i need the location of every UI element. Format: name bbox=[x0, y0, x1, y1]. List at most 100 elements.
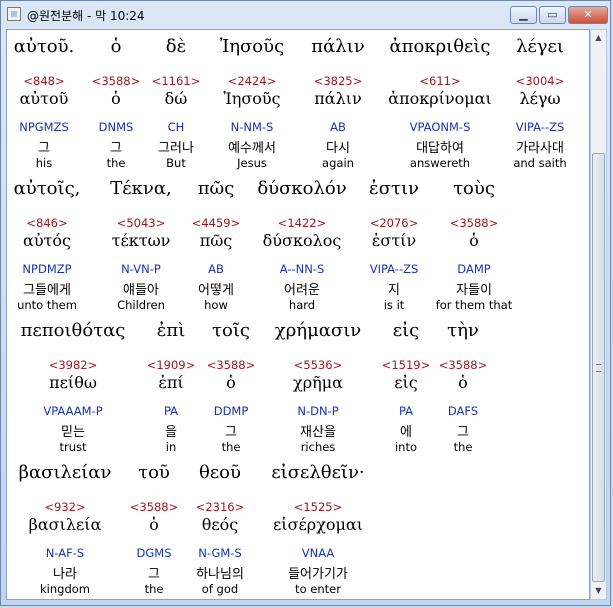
korean-gloss: 어려운 bbox=[284, 283, 320, 298]
korean-gloss: 어떻게 bbox=[198, 283, 234, 298]
strong-number: <2316> bbox=[195, 500, 245, 514]
english-gloss: to enter bbox=[295, 582, 341, 596]
morphology-code: N-DN-P bbox=[297, 404, 339, 418]
scrollbar-thumb[interactable] bbox=[592, 153, 605, 582]
morphology-code: VIPA--ZS bbox=[515, 120, 565, 134]
morphology-code: A--NN-S bbox=[279, 262, 325, 276]
lemma: ἐστίν bbox=[371, 231, 417, 250]
english-gloss: the bbox=[144, 582, 164, 596]
verse-line-3: πεποιθότας <3982> πείθω VPAAAM-P 믿는 trus… bbox=[7, 320, 589, 460]
english-gloss: answereth bbox=[409, 156, 471, 170]
window-title: @원전분해 - 막 10:24 bbox=[27, 9, 145, 23]
korean-gloss: 그들에게 bbox=[23, 283, 71, 298]
english-gloss: hard bbox=[288, 298, 316, 312]
lemma: λέγω bbox=[519, 89, 561, 108]
morphology-code: PA bbox=[398, 404, 414, 418]
korean-gloss: 나라 bbox=[53, 567, 77, 582]
lemma: αὐτός bbox=[23, 231, 71, 250]
title-bar[interactable]: @원전분해 - 막 10:24 ▁ ▭ ✕ bbox=[1, 1, 610, 29]
english-gloss: is it bbox=[383, 298, 405, 312]
greek-word: πῶς bbox=[197, 178, 235, 199]
strong-number: <3982> bbox=[48, 358, 98, 372]
english-gloss: his bbox=[35, 156, 53, 170]
lemma: πῶς bbox=[199, 231, 233, 250]
strong-number: <3588> bbox=[91, 74, 141, 88]
greek-word: Τέκνα, bbox=[110, 178, 172, 199]
korean-gloss: 그 bbox=[225, 425, 237, 440]
greek-word: δὲ bbox=[165, 36, 187, 57]
lemma: τέκτων bbox=[111, 231, 171, 250]
morphology-code: VNAA bbox=[301, 546, 335, 560]
greek-word: ἀποκριθεὶς bbox=[389, 36, 491, 57]
lemma: ἀποκρίνομαι bbox=[388, 89, 492, 108]
maximize-button[interactable]: ▭ bbox=[539, 6, 566, 24]
app-icon[interactable] bbox=[7, 7, 21, 21]
morphology-code: PA bbox=[163, 404, 179, 418]
lemma: δώ bbox=[164, 89, 188, 108]
english-gloss: for them that bbox=[435, 298, 513, 312]
korean-gloss: 을 bbox=[165, 425, 177, 440]
close-button[interactable]: ✕ bbox=[568, 6, 608, 24]
greek-word: Ἰησοῦς bbox=[219, 36, 285, 57]
morphology-code: N-VN-P bbox=[121, 262, 161, 276]
strong-number: <3588> bbox=[129, 500, 179, 514]
korean-gloss: 재산을 bbox=[300, 425, 336, 440]
strong-number: <846> bbox=[26, 216, 68, 230]
morphology-code: VIPA--ZS bbox=[369, 262, 419, 276]
korean-gloss: 지 bbox=[388, 283, 400, 298]
lemma: ὁ bbox=[149, 515, 159, 534]
strong-number: <1519> bbox=[381, 358, 431, 372]
lemma: ἐπί bbox=[158, 373, 184, 392]
scroll-down-arrow-icon[interactable]: ▼ bbox=[591, 583, 606, 599]
greek-word: εἰς bbox=[392, 320, 420, 341]
strong-number: <5043> bbox=[116, 216, 166, 230]
strong-number: <932> bbox=[44, 500, 86, 514]
korean-gloss: 하나님의 bbox=[196, 567, 244, 582]
greek-word: ἐπὶ bbox=[156, 320, 186, 341]
scroll-up-arrow-icon[interactable]: ▲ bbox=[591, 30, 606, 46]
korean-gloss: 가라사대 bbox=[516, 141, 564, 156]
vertical-scrollbar[interactable]: ▲ ▼ bbox=[590, 29, 607, 600]
lemma: βασιλεία bbox=[28, 515, 102, 534]
app-window: @원전분해 - 막 10:24 ▁ ▭ ✕ αὐτοῦ. <848> αὐτοῦ… bbox=[0, 0, 611, 606]
korean-gloss: 그 bbox=[38, 141, 50, 156]
morphology-code: DDMP bbox=[213, 404, 249, 418]
morphology-code: N-AF-S bbox=[45, 546, 85, 560]
morphology-code: AB bbox=[330, 120, 346, 134]
lemma: δύσκολος bbox=[262, 231, 342, 250]
english-gloss: into bbox=[394, 440, 418, 454]
korean-gloss: 대답하여 bbox=[416, 141, 464, 156]
korean-gloss: 에 bbox=[400, 425, 412, 440]
english-gloss: in bbox=[165, 440, 177, 454]
english-gloss: riches bbox=[300, 440, 336, 454]
minimize-button[interactable]: ▁ bbox=[510, 6, 537, 24]
morphology-code: CH bbox=[167, 120, 185, 134]
lemma: χρῆμα bbox=[293, 373, 343, 392]
greek-word: ὁ bbox=[110, 36, 122, 57]
greek-word: θεοῦ bbox=[199, 462, 241, 483]
morphology-code: N-NM-S bbox=[230, 120, 274, 134]
lemma: ὁ bbox=[458, 373, 468, 392]
lemma: πάλιν bbox=[314, 89, 362, 108]
greek-word: αὐτοῖς, bbox=[13, 178, 81, 199]
strong-number: <3588> bbox=[449, 216, 499, 230]
lemma: ὁ bbox=[469, 231, 479, 250]
greek-word: χρήμασιν bbox=[274, 320, 362, 341]
interlinear-view[interactable]: αὐτοῦ. <848> αὐτοῦ NPGMZS 그 his ὁ <3588>… bbox=[6, 29, 590, 600]
english-gloss: again bbox=[322, 156, 354, 170]
korean-gloss: 다시 bbox=[326, 141, 350, 156]
lemma: ὁ bbox=[226, 373, 236, 392]
greek-word: ἐστιν bbox=[369, 178, 419, 199]
strong-number: <4459> bbox=[191, 216, 241, 230]
korean-gloss: 들어가기가 bbox=[288, 567, 348, 582]
morphology-code: N-GM-S bbox=[198, 546, 242, 560]
morphology-code: VPAONM-S bbox=[409, 120, 471, 134]
greek-word: πάλιν bbox=[311, 36, 365, 57]
lemma: αὐτοῦ bbox=[19, 89, 69, 108]
lemma: Ἰησοῦς bbox=[223, 89, 281, 108]
greek-word: τοὺς bbox=[453, 178, 495, 199]
greek-word: λέγει bbox=[516, 36, 564, 57]
english-gloss: how bbox=[204, 298, 228, 312]
greek-word: εἰσελθεῖν· bbox=[271, 462, 365, 483]
lemma: εἰσέρχομαι bbox=[273, 515, 363, 534]
